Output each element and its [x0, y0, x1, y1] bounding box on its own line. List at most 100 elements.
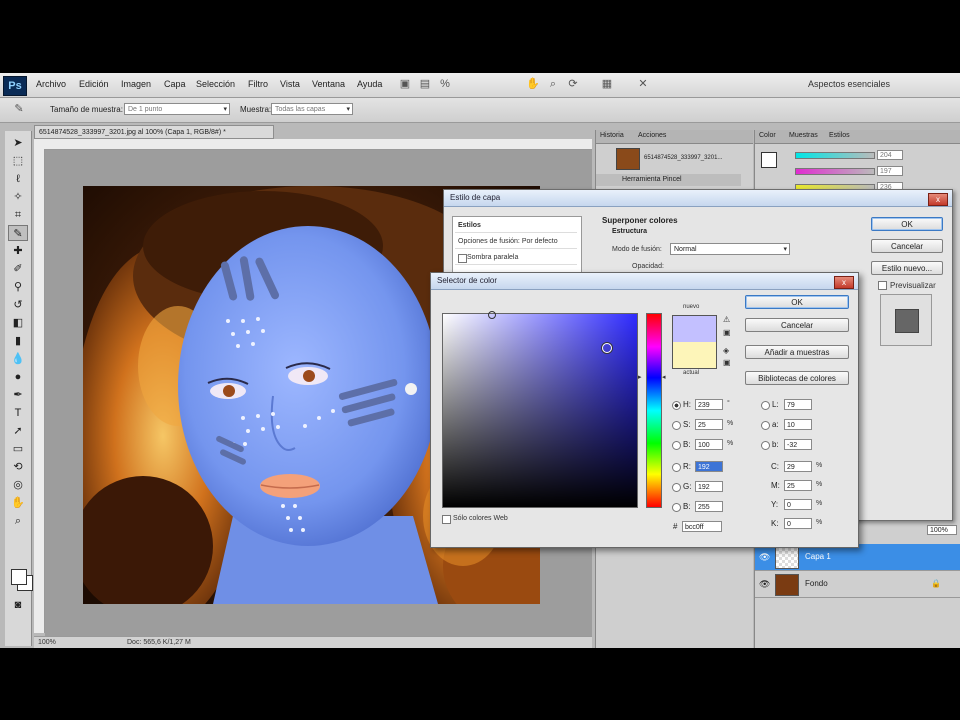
eye-icon[interactable]: 👁 — [759, 579, 770, 589]
arrange-documents-icon[interactable]: ▦ — [600, 78, 614, 91]
color-picker-marker[interactable] — [602, 343, 612, 353]
zoom-icon[interactable]: ⌕ — [546, 78, 560, 91]
3d-camera-icon[interactable]: ◎ — [8, 477, 28, 493]
layers-fill-field[interactable]: 100% — [927, 525, 957, 535]
rotate-view-icon[interactable]: ⟳ — [566, 78, 580, 91]
cube-icon[interactable]: ▣ — [723, 328, 731, 337]
move-tool-icon[interactable]: ➤ — [8, 135, 28, 151]
foreground-color-swatch[interactable] — [11, 569, 27, 585]
cmyk-y-input[interactable]: 0 — [784, 499, 812, 510]
history-snapshot-name[interactable]: 6514874528_333997_3201... — [644, 155, 722, 161]
tab-historia[interactable]: Historia — [600, 132, 624, 139]
brush-tool-icon[interactable]: ✐ — [8, 261, 28, 277]
hand-icon[interactable]: ✋ — [526, 78, 540, 91]
zoom-level-icon[interactable]: % — [438, 78, 452, 91]
layer-row-capa-1[interactable]: 👁 Capa 1 — [755, 544, 960, 571]
menu-ayuda[interactable]: Ayuda — [357, 79, 382, 89]
cube-icon[interactable]: ▣ — [723, 358, 731, 367]
document-tab[interactable]: 6514874528_333997_3201.jpg al 100% (Capa… — [34, 125, 274, 139]
red-radio[interactable] — [672, 463, 681, 472]
gamut-warning-icon[interactable]: ⚠ — [723, 315, 730, 324]
menu-edicion[interactable]: Edición — [79, 79, 109, 89]
type-tool-icon[interactable]: T — [8, 405, 28, 421]
blue-input[interactable]: 255 — [695, 501, 723, 512]
menu-imagen[interactable]: Imagen — [121, 79, 151, 89]
crop-tool-icon[interactable]: ⌗ — [8, 207, 28, 223]
screen-mode-icon[interactable]: ✕ — [636, 78, 650, 91]
menu-ventana[interactable]: Ventana — [312, 79, 345, 89]
clone-stamp-icon[interactable]: ⚲ — [8, 279, 28, 295]
history-snapshot-thumbnail[interactable] — [616, 148, 640, 170]
drop-shadow-checkbox[interactable] — [458, 254, 467, 263]
hue-slider-right-arrow[interactable]: ◂ — [662, 373, 666, 381]
saturation-radio[interactable] — [672, 421, 681, 430]
eyedropper-tool-icon[interactable]: ✎ — [12, 103, 26, 116]
green-value[interactable]: 197 — [877, 166, 903, 176]
blend-mode-select[interactable]: Normal ▾ — [670, 243, 790, 255]
lab-a-radio[interactable] — [761, 421, 770, 430]
eyedropper-tool-icon[interactable]: ✎ — [8, 225, 28, 241]
lab-l-input[interactable]: 79 — [784, 399, 812, 410]
tab-muestras[interactable]: Muestras — [789, 132, 818, 139]
dodge-tool-icon[interactable]: ● — [8, 369, 28, 385]
hue-slider[interactable] — [646, 313, 662, 508]
blur-tool-icon[interactable]: 💧 — [8, 351, 28, 367]
marquee-tool-icon[interactable]: ⬚ — [8, 153, 28, 169]
path-selection-icon[interactable]: ➚ — [8, 423, 28, 439]
layer-style-cancel-button[interactable]: Cancelar — [871, 239, 943, 253]
hue-input[interactable]: 239 — [695, 399, 723, 410]
close-icon[interactable]: x — [834, 276, 854, 289]
zoom-tool-icon[interactable]: ⌕ — [8, 513, 28, 529]
history-step[interactable]: Herramienta Pincel — [596, 174, 741, 186]
lasso-tool-icon[interactable]: ℓ — [8, 171, 28, 187]
add-to-swatches-button[interactable]: Añadir a muestras — [745, 345, 849, 359]
zoom-readout[interactable]: 100% — [38, 637, 56, 648]
hand-tool-icon[interactable]: ✋ — [8, 495, 28, 511]
red-value[interactable]: 204 — [877, 150, 903, 160]
tab-estilos[interactable]: Estilos — [829, 132, 850, 139]
gradient-tool-icon[interactable]: ▮ — [8, 333, 28, 349]
current-color-swatch[interactable] — [673, 342, 716, 368]
lab-b-input[interactable]: -32 — [784, 439, 812, 450]
green-radio[interactable] — [672, 483, 681, 492]
cmyk-m-input[interactable]: 25 — [784, 480, 812, 491]
history-brush-icon[interactable]: ↺ — [8, 297, 28, 313]
pen-tool-icon[interactable]: ✒ — [8, 387, 28, 403]
red-input[interactable]: 192 — [695, 461, 723, 472]
tab-acciones[interactable]: Acciones — [638, 132, 666, 139]
hue-radio[interactable] — [672, 401, 681, 410]
web-safe-icon[interactable]: ◈ — [723, 346, 729, 355]
green-slider[interactable] — [795, 168, 875, 175]
lab-b-radio[interactable] — [761, 441, 770, 450]
menu-filtro[interactable]: Filtro — [248, 79, 268, 89]
saturation-brightness-field[interactable] — [442, 311, 638, 508]
style-item-estilos[interactable]: Estilos — [455, 219, 577, 233]
brightness-input[interactable]: 100 — [695, 439, 723, 450]
layer-row-fondo[interactable]: 👁 Fondo 🔒 — [755, 571, 960, 598]
color-libraries-button[interactable]: Bibliotecas de colores — [745, 371, 849, 385]
menu-seleccion[interactable]: Selección — [196, 79, 235, 89]
lab-a-input[interactable]: 10 — [784, 419, 812, 430]
shape-tool-icon[interactable]: ▭ — [8, 441, 28, 457]
workspace-switcher[interactable]: Aspectos esenciales — [808, 79, 890, 89]
green-input[interactable]: 192 — [695, 481, 723, 492]
lab-l-radio[interactable] — [761, 401, 770, 410]
sample-size-select[interactable]: De 1 punto ▾ — [124, 103, 230, 115]
eraser-tool-icon[interactable]: ◧ — [8, 315, 28, 331]
sample-select[interactable]: Todas las capas ▾ — [271, 103, 353, 115]
menu-capa[interactable]: Capa — [164, 79, 186, 89]
color-panel-foreground[interactable] — [761, 152, 777, 168]
style-item-drop-shadow[interactable]: Sombra paralela — [455, 251, 577, 265]
blue-radio[interactable] — [672, 503, 681, 512]
brightness-radio[interactable] — [672, 441, 681, 450]
cmyk-k-input[interactable]: 0 — [784, 518, 812, 529]
3d-rotate-icon[interactable]: ⟲ — [8, 459, 28, 475]
color-picker-cancel-button[interactable]: Cancelar — [745, 318, 849, 332]
menu-archivo[interactable]: Archivo — [36, 79, 66, 89]
color-picker-ok-button[interactable]: OK — [745, 295, 849, 309]
magic-wand-tool-icon[interactable]: ✧ — [8, 189, 28, 205]
preview-checkbox[interactable] — [878, 281, 887, 290]
hue-slider-left-arrow[interactable]: ▸ — [638, 373, 642, 381]
healing-brush-icon[interactable]: ✚ — [8, 243, 28, 259]
menu-vista[interactable]: Vista — [280, 79, 300, 89]
